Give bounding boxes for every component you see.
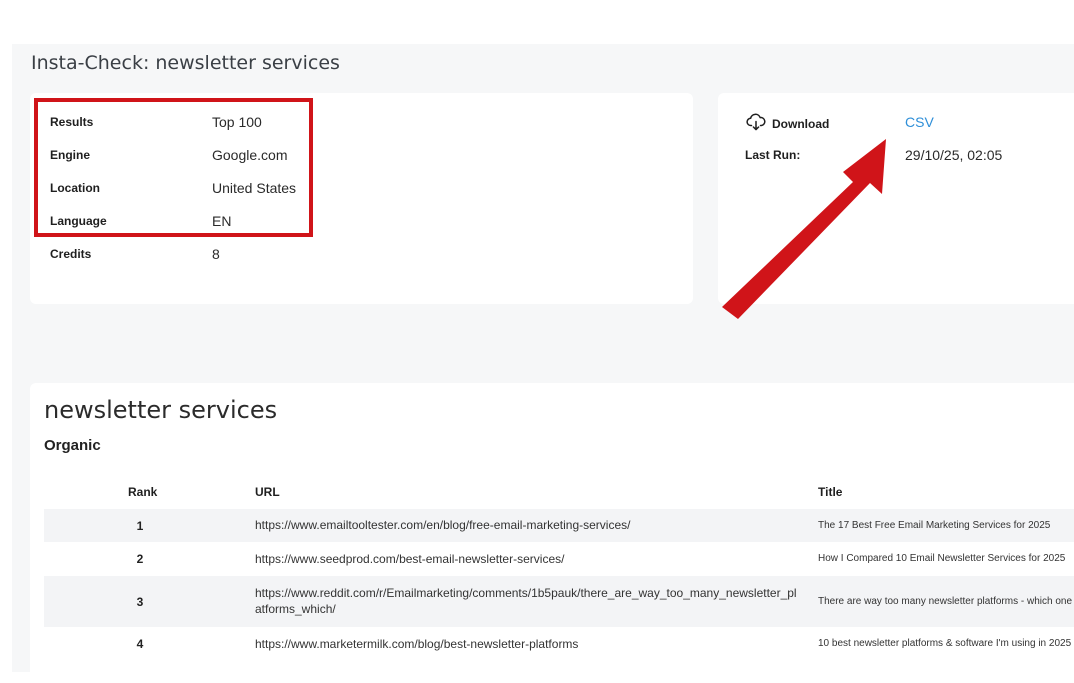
engine-value: Google.com: [212, 147, 288, 163]
rank-cell: 4: [136, 637, 144, 651]
download-label: Download: [772, 116, 830, 131]
page-title: Insta-Check: newsletter services: [31, 52, 340, 74]
url-cell[interactable]: https://www.marketermilk.com/blog/best-n…: [255, 636, 801, 652]
download-button[interactable]: Download: [746, 113, 829, 134]
location-label: Location: [50, 181, 100, 195]
results-value: Top 100: [212, 114, 262, 130]
results-label: Results: [50, 115, 94, 129]
rank-cell: 2: [136, 552, 144, 566]
credits-value: 8: [212, 246, 220, 262]
table-row: 3 https://www.reddit.com/r/Emailmarketin…: [44, 576, 1074, 627]
title-cell: There are way too many newsletter platfo…: [818, 596, 1074, 607]
last-run-value: 29/10/25, 02:05: [905, 147, 1003, 163]
rank-cell: 3: [136, 595, 144, 609]
language-label: Language: [50, 214, 107, 228]
cloud-download-icon: [746, 113, 766, 134]
column-header-url[interactable]: URL: [255, 485, 280, 499]
details-card: [30, 93, 693, 304]
column-header-title[interactable]: Title: [818, 485, 842, 499]
language-value: EN: [212, 213, 232, 229]
location-value: United States: [212, 180, 297, 196]
credits-label: Credits: [50, 247, 92, 261]
table-row: 4 https://www.marketermilk.com/blog/best…: [44, 627, 1074, 661]
title-cell: 10 best newsletter platforms & software …: [818, 638, 1072, 649]
table-row: 1 https://www.emailtooltester.com/en/blo…: [44, 509, 1074, 542]
url-cell[interactable]: https://www.reddit.com/r/Emailmarketing/…: [255, 585, 801, 617]
title-cell: The 17 Best Free Email Marketing Service…: [818, 520, 1051, 531]
query-title: newsletter services: [44, 396, 278, 424]
url-cell[interactable]: https://www.emailtooltester.com/en/blog/…: [255, 517, 801, 533]
csv-download-link[interactable]: CSV: [905, 114, 934, 130]
rank-cell: 1: [136, 519, 144, 533]
engine-label: Engine: [50, 148, 91, 162]
table-row: 2 https://www.seedprod.com/best-email-ne…: [44, 542, 1074, 576]
annotation-arrow-icon: [722, 139, 886, 319]
url-cell[interactable]: https://www.seedprod.com/best-email-news…: [255, 551, 801, 567]
column-header-rank[interactable]: Rank: [128, 485, 157, 499]
title-cell: How I Compared 10 Email Newsletter Servi…: [818, 553, 1066, 564]
organic-heading: Organic: [44, 437, 101, 454]
